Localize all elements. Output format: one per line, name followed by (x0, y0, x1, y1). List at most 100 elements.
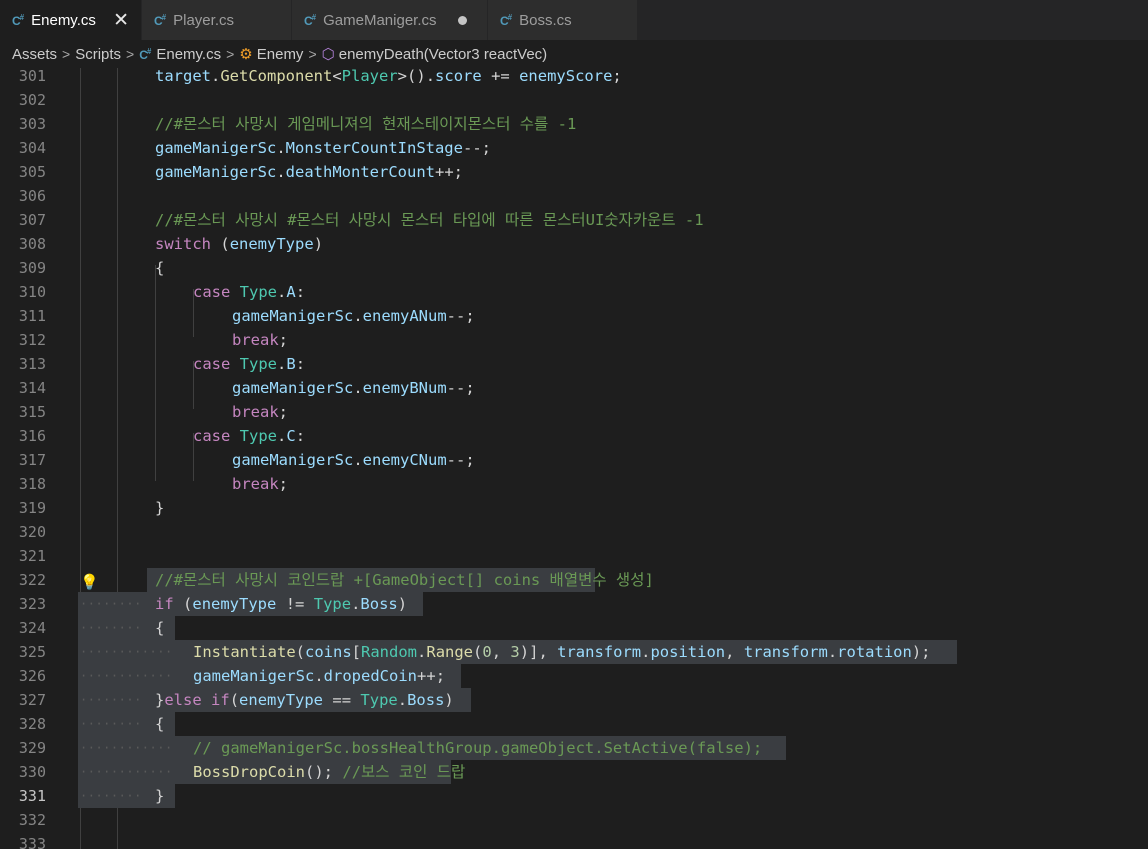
whitespace-dots: ········ (80, 789, 142, 803)
whitespace-dots: ············ (80, 741, 173, 755)
line-number: 309 (18, 259, 46, 277)
tab-gamemaniger-cs[interactable]: C# GameManiger.cs (292, 0, 488, 40)
code-line[interactable]: 310 case Type.A: (0, 280, 1148, 304)
code-line[interactable]: 317 gameManigerSc.enemyCNum--; (0, 448, 1148, 472)
code-token: ( (220, 235, 230, 253)
code-line[interactable]: 311 gameManigerSc.enemyANum--; (0, 304, 1148, 328)
code-line[interactable]: ········ 323 if (enemyType != Type.Boss) (0, 592, 1148, 616)
code-line[interactable]: 307 //#몬스터 사망시 #몬스터 사망시 몬스터 타입에 따른 몬스터UI숫… (0, 208, 1148, 232)
code-line[interactable]: 322 💡 //#몬스터 사망시 코인드랍 +[GameObject[] coins… (0, 568, 1148, 592)
code-token: - (456, 307, 466, 325)
code-token: switch (155, 235, 211, 253)
tab-player-cs[interactable]: C# Player.cs (142, 0, 292, 40)
code-line[interactable]: 306 (0, 184, 1148, 208)
code-token: Type (313, 595, 352, 613)
code-line[interactable]: ········ 327}else if(enemyType == Type.Bo… (0, 688, 1148, 712)
code-line[interactable]: ············ 325 Instantiate(coins[Random.… (0, 640, 1148, 664)
code-text: { (155, 616, 164, 640)
code-line[interactable]: ········ 331} (0, 784, 1148, 808)
code-editor[interactable]: 301 target.GetComponent<Player>().score +… (0, 68, 1148, 849)
code-line[interactable]: ········ 328 { (0, 712, 1148, 736)
class-icon: ⚙ (239, 46, 253, 63)
code-line[interactable]: 332 (0, 808, 1148, 832)
code-token: . (277, 355, 287, 373)
line-number: 319 (18, 499, 46, 517)
code-token: + (444, 163, 454, 181)
code-text: BossDropCoin(); //보스 코인 드랍 (193, 760, 465, 784)
code-line[interactable]: 333 (0, 832, 1148, 849)
code-token: . (276, 139, 286, 157)
code-token: coins (305, 643, 352, 661)
code-line[interactable]: ············ 330 BossDropCoin(); //보스 코인 드… (0, 760, 1148, 784)
line-number: 314 (18, 379, 46, 397)
code-token: . (353, 307, 363, 325)
code-token: gameManigerSc (232, 451, 354, 469)
line-number: 332 (18, 811, 46, 829)
editor-tab-bar: C# Enemy.cs ✕ C# Player.cs C# GameManige… (0, 0, 1148, 40)
code-line[interactable]: 305 gameManigerSc.deathMonterCount++; (0, 160, 1148, 184)
code-text: break; (232, 328, 288, 352)
code-token: position (650, 643, 726, 661)
code-comment: //보스 코인 드랍 (342, 763, 466, 781)
code-line[interactable]: 316 case Type.C: (0, 424, 1148, 448)
breadcrumb-file[interactable]: Enemy.cs (156, 46, 221, 63)
code-line[interactable]: 321 (0, 544, 1148, 568)
code-token: gameManigerSc (155, 139, 277, 157)
code-token: ( (295, 643, 305, 661)
whitespace-dots: ············ (80, 645, 173, 659)
code-token: enemyScore (519, 68, 613, 85)
code-token: ; (465, 307, 475, 325)
code-line[interactable]: ············ 329 // gameManigerSc.bossHeal… (0, 736, 1148, 760)
code-line[interactable]: 312 break; (0, 328, 1148, 352)
code-line[interactable]: ········ 324 { (0, 616, 1148, 640)
code-line[interactable]: ············ 326 gameManigerSc.dropedCoin+… (0, 664, 1148, 688)
code-line[interactable]: 315 break; (0, 400, 1148, 424)
code-token: . (314, 667, 324, 685)
tab-enemy-cs[interactable]: C# Enemy.cs ✕ (0, 0, 142, 40)
close-icon[interactable]: ✕ (113, 9, 129, 32)
modified-dot-icon[interactable] (458, 16, 467, 25)
code-line[interactable]: 314 gameManigerSc.enemyBNum--; (0, 376, 1148, 400)
code-line[interactable]: 304 gameManigerSc.MonsterCountInStage--; (0, 136, 1148, 160)
code-token: gameManigerSc (193, 667, 315, 685)
code-text: case Type.B: (193, 352, 305, 376)
code-token: ) (397, 595, 408, 613)
code-line[interactable]: 303 //#몬스터 사망시 게임메니져의 현재스테이지몬스터 수를 -1 (0, 112, 1148, 136)
csharp-file-icon: C# (12, 12, 24, 28)
code-token: : (295, 427, 306, 445)
line-number: 310 (18, 283, 46, 301)
whitespace-dots: ········ (80, 621, 142, 635)
code-token: - (446, 307, 457, 325)
breadcrumb-class[interactable]: Enemy (257, 46, 304, 63)
code-line[interactable]: 302 (0, 88, 1148, 112)
breadcrumb-scripts[interactable]: Scripts (75, 46, 121, 63)
lightbulb-icon[interactable]: 💡 (80, 570, 99, 594)
code-line[interactable]: 309 { (0, 256, 1148, 280)
code-line[interactable]: 320 (0, 520, 1148, 544)
code-line[interactable]: 301 target.GetComponent<Player>().score +… (0, 68, 1148, 88)
tab-label: Boss.cs (519, 11, 572, 29)
code-token: : (295, 283, 306, 301)
breadcrumb-assets[interactable]: Assets (12, 46, 57, 63)
code-token: ( (183, 595, 193, 613)
code-token: + (491, 68, 501, 85)
code-line[interactable]: 308 switch (enemyType) (0, 232, 1148, 256)
code-text: //#몬스터 사망시 게임메니져의 현재스테이지몬스터 수를 -1 (155, 112, 576, 136)
code-text: // gameManigerSc.bossHealthGroup.gameObj… (193, 736, 762, 760)
code-token: = (341, 691, 352, 709)
code-line[interactable]: 313 case Type.B: (0, 352, 1148, 376)
code-token: BossDropCoin (193, 763, 305, 781)
code-token: ( (304, 763, 315, 781)
breadcrumb-method[interactable]: enemyDeath(Vector3 reactVec) (339, 46, 547, 63)
code-line[interactable]: 319} (0, 496, 1148, 520)
code-comment: // gameManigerSc.bossHealthGroup.gameObj… (193, 739, 763, 757)
tab-boss-cs[interactable]: C# Boss.cs (488, 0, 638, 40)
code-token: Type (360, 691, 398, 709)
code-line[interactable]: 318 break; (0, 472, 1148, 496)
code-token: GetComponent (220, 68, 333, 85)
